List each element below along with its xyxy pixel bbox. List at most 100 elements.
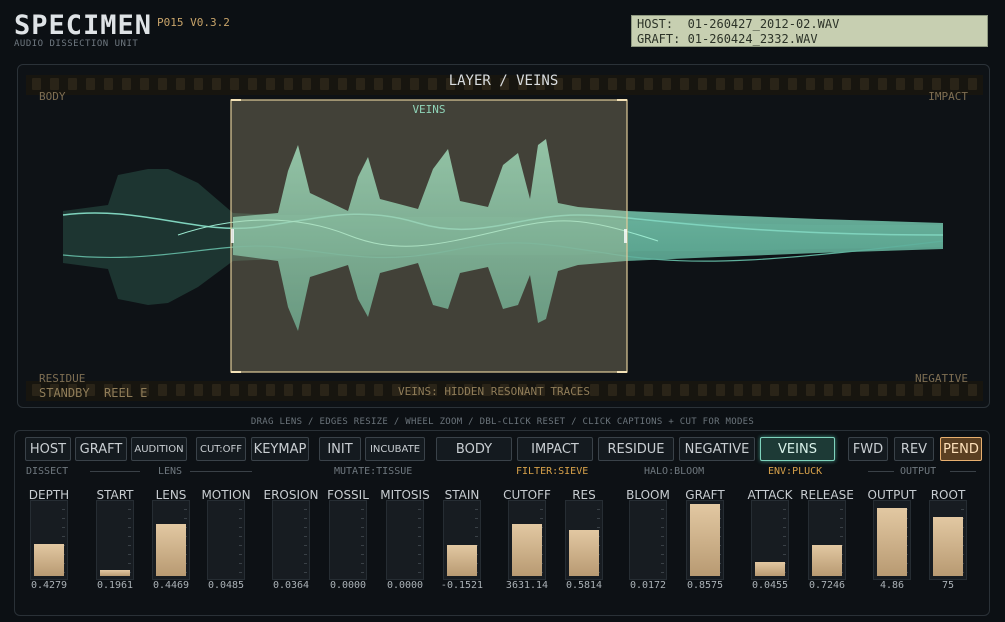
film-sprocket	[248, 384, 257, 396]
param-value-release: 0.7246	[808, 580, 846, 591]
keymap-button[interactable]: KEYMAP	[251, 437, 309, 461]
film-sprocket	[662, 384, 671, 396]
param-slider-stain[interactable]	[443, 500, 481, 580]
slider-tick	[239, 554, 242, 555]
slider-tick	[475, 536, 478, 537]
slider-tick	[540, 518, 543, 519]
param-slider-motion[interactable]	[207, 500, 245, 580]
slider-tick	[361, 563, 364, 564]
slider-tick	[128, 509, 131, 510]
direction-pend-button[interactable]: PEND	[940, 437, 982, 461]
film-sprocket	[824, 384, 833, 396]
slider-tick	[418, 518, 421, 519]
param-value-res: 0.5814	[565, 580, 603, 591]
param-slider-cutoff[interactable]	[508, 500, 546, 580]
film-sprocket	[806, 384, 815, 396]
lens-right-handle[interactable]	[624, 229, 627, 243]
param-value-depth: 0.4279	[30, 580, 68, 591]
param-slider-attack[interactable]	[751, 500, 789, 580]
slider-tick	[418, 527, 421, 528]
slider-tick	[840, 527, 843, 528]
param-slider-root[interactable]	[929, 500, 967, 580]
slider-tick	[128, 554, 131, 555]
mode-veins-button[interactable]: VEINS	[760, 437, 835, 461]
group-filter-label: FILTER:SIEVE	[516, 466, 589, 477]
param-value-lens: 0.4469	[152, 580, 190, 591]
slider-fill	[447, 545, 477, 576]
slider-fill	[755, 562, 785, 576]
film-sprocket	[842, 384, 851, 396]
slider-tick	[475, 527, 478, 528]
slider-fill	[34, 544, 64, 576]
mode-negative-button[interactable]: NEGATIVE	[679, 437, 755, 461]
mode-description: VEINS: HIDDEN RESONANT TRACES	[398, 385, 591, 398]
param-slider-graft[interactable]	[686, 500, 724, 580]
mode-body-button[interactable]: BODY	[436, 437, 512, 461]
direction-rev-button[interactable]: REV	[894, 437, 934, 461]
param-slider-mitosis[interactable]	[386, 500, 424, 580]
slider-tick	[304, 572, 307, 573]
param-slider-start[interactable]	[96, 500, 134, 580]
host-button[interactable]: HOST	[25, 437, 71, 461]
group-divider	[950, 471, 976, 472]
slider-tick	[361, 509, 364, 510]
film-sprocket	[230, 384, 239, 396]
caption-body[interactable]: BODY	[39, 90, 66, 103]
slider-tick	[597, 518, 600, 519]
film-sprocket	[716, 384, 725, 396]
param-slider-lens[interactable]	[152, 500, 190, 580]
caption-residue[interactable]: RESIDUE	[39, 372, 85, 385]
lens-left-handle[interactable]	[231, 229, 234, 243]
incubate-button[interactable]: INCUBATE	[365, 437, 425, 461]
caption-impact[interactable]: IMPACT	[928, 90, 968, 103]
caption-negative[interactable]: NEGATIVE	[915, 372, 968, 385]
param-slider-output[interactable]	[873, 500, 911, 580]
init-button[interactable]: INIT	[319, 437, 361, 461]
mode-impact-button[interactable]: IMPACT	[517, 437, 593, 461]
lens-selection[interactable]	[230, 99, 628, 373]
slider-tick	[597, 509, 600, 510]
slider-tick	[661, 518, 664, 519]
param-value-stain: -0.1521	[440, 580, 484, 591]
slider-tick	[661, 509, 664, 510]
param-slider-bloom[interactable]	[629, 500, 667, 580]
param-value-motion: 0.0485	[207, 580, 245, 591]
direction-fwd-button[interactable]: FWD	[848, 437, 888, 461]
slider-tick	[661, 572, 664, 573]
film-sprocket	[194, 384, 203, 396]
slider-tick	[661, 527, 664, 528]
film-sprocket	[680, 384, 689, 396]
graft-button[interactable]: GRAFT	[75, 437, 127, 461]
mode-residue-button[interactable]: RESIDUE	[598, 437, 674, 461]
slider-tick	[661, 545, 664, 546]
slider-tick	[783, 518, 786, 519]
cut-toggle[interactable]: CUT:OFF	[196, 437, 246, 461]
waveform-canvas[interactable]	[18, 65, 990, 408]
slider-tick	[239, 527, 242, 528]
audition-button[interactable]: AUDITION	[131, 437, 187, 461]
slider-tick	[418, 545, 421, 546]
slider-tick	[597, 527, 600, 528]
film-sprocket	[212, 384, 221, 396]
slider-tick	[361, 536, 364, 537]
slider-tick	[661, 554, 664, 555]
param-slider-release[interactable]	[808, 500, 846, 580]
slider-tick	[239, 563, 242, 564]
slider-tick	[783, 545, 786, 546]
param-value-root: 75	[941, 580, 955, 591]
slider-tick	[418, 572, 421, 573]
slider-tick	[361, 545, 364, 546]
param-value-attack: 0.0455	[751, 580, 789, 591]
slider-fill	[156, 524, 186, 576]
group-env-label: ENV:PLUCK	[768, 466, 823, 477]
param-slider-erosion[interactable]	[272, 500, 310, 580]
param-slider-res[interactable]	[565, 500, 603, 580]
lens-caption[interactable]: VEINS	[231, 103, 627, 116]
waveform-display[interactable]: LAYER / VEINS VEINS BODY IMPACT RESIDUE …	[17, 64, 990, 408]
slider-tick	[418, 509, 421, 510]
slider-fill	[100, 570, 130, 576]
slider-tick	[184, 509, 187, 510]
param-slider-fossil[interactable]	[329, 500, 367, 580]
slider-tick	[361, 518, 364, 519]
param-slider-depth[interactable]	[30, 500, 68, 580]
